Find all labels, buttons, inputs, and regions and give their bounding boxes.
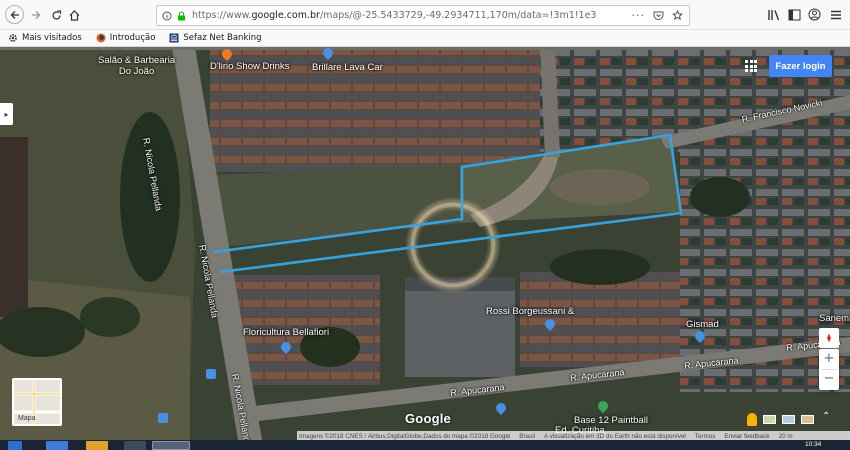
account-icon[interactable] bbox=[808, 8, 821, 21]
ie-icon[interactable] bbox=[46, 441, 68, 450]
address-bar[interactable]: https://www.google.com.br/maps/@-25.5433… bbox=[156, 5, 690, 26]
firefox-taskbar-icon[interactable] bbox=[152, 441, 190, 450]
apps-grid-icon[interactable] bbox=[745, 60, 757, 72]
pegman-icon[interactable] bbox=[747, 412, 757, 426]
bookmark-sefaz[interactable]: Sefaz Net Banking bbox=[169, 33, 262, 43]
sign-in-button[interactable]: Fazer login bbox=[769, 55, 832, 77]
start-button-icon[interactable] bbox=[8, 441, 22, 450]
forward-button[interactable] bbox=[26, 5, 46, 25]
sidebar-icon[interactable] bbox=[788, 9, 801, 21]
place-label-rossi[interactable]: Rossi Borgeussani & bbox=[486, 306, 574, 317]
star-icon[interactable] bbox=[672, 10, 683, 21]
url-text[interactable]: https://www.google.com.br/maps/@-25.5433… bbox=[192, 10, 596, 21]
bookmark-introduction[interactable]: Introdução bbox=[96, 33, 155, 43]
zoom-out-button[interactable]: − bbox=[819, 369, 839, 389]
back-button[interactable] bbox=[5, 5, 24, 24]
page-actions-icon[interactable]: ··· bbox=[632, 9, 646, 22]
photo-icon[interactable] bbox=[801, 414, 814, 424]
zoom-divider bbox=[822, 369, 836, 370]
satellite-map[interactable]: ▸ Salão & Barbearia Do João D'lirio Show… bbox=[0, 47, 850, 440]
library-icon[interactable] bbox=[768, 9, 780, 21]
zoom-controls: + − bbox=[819, 349, 839, 390]
pocket-icon[interactable] bbox=[653, 10, 664, 21]
arrow-right-icon bbox=[32, 11, 41, 19]
map-type-toggle[interactable]: Mapa bbox=[12, 378, 62, 426]
expand-icon[interactable]: ⌃ bbox=[822, 411, 830, 422]
menu-icon[interactable] bbox=[830, 9, 842, 21]
sidebar-toggle-button[interactable]: ▸ bbox=[0, 103, 13, 125]
view-controls bbox=[747, 411, 817, 427]
place-label-floricultura[interactable]: Floricultura Bellafiori bbox=[243, 327, 329, 338]
bus-stop-icon[interactable] bbox=[158, 413, 168, 423]
zoom-in-button[interactable]: + bbox=[819, 349, 839, 369]
place-label-salao[interactable]: Salão & Barbearia Do João bbox=[98, 55, 175, 77]
firefox-icon bbox=[96, 33, 106, 43]
reload-icon bbox=[51, 9, 61, 20]
place-label-gismad[interactable]: Gismad bbox=[686, 319, 719, 330]
photo-icon[interactable] bbox=[763, 414, 776, 424]
bank-icon bbox=[169, 33, 179, 43]
browser-toolbar: https://www.google.com.br/maps/@-25.5433… bbox=[0, 0, 850, 30]
photo-icon[interactable] bbox=[782, 414, 795, 424]
system-clock: 10:34 bbox=[805, 441, 822, 448]
info-icon[interactable] bbox=[162, 11, 172, 21]
compass-icon bbox=[827, 333, 831, 343]
home-button[interactable] bbox=[64, 5, 84, 25]
gear-icon bbox=[9, 34, 17, 42]
satellite-imagery[interactable] bbox=[0, 47, 850, 440]
reload-button[interactable] bbox=[46, 5, 66, 25]
place-label-dlirio[interactable]: D'lirio Show Drinks bbox=[210, 61, 289, 72]
home-icon bbox=[69, 9, 79, 21]
arrow-left-icon bbox=[10, 10, 19, 19]
app-icon[interactable] bbox=[124, 441, 146, 450]
map-attribution-bar: Imagens ©2018 CNES / Airbus,DigitalGlobe… bbox=[297, 431, 850, 440]
google-logo: Google bbox=[405, 411, 451, 426]
place-label-brillare[interactable]: Brillare Lava Car bbox=[312, 62, 383, 73]
place-label-sanemi[interactable]: Sanemi bbox=[819, 313, 850, 324]
chevron-right-icon: ▸ bbox=[4, 109, 9, 119]
bookmark-most-visited[interactable]: Mais visitados bbox=[8, 33, 82, 43]
bus-stop-icon[interactable] bbox=[206, 369, 216, 379]
bookmarks-bar: Mais visitados Introdução Sefaz Net Bank… bbox=[0, 30, 850, 47]
lock-icon[interactable] bbox=[177, 11, 186, 21]
compass-button[interactable] bbox=[819, 328, 839, 348]
os-taskbar: 10:34 bbox=[0, 440, 850, 450]
folder-icon[interactable] bbox=[86, 441, 108, 450]
